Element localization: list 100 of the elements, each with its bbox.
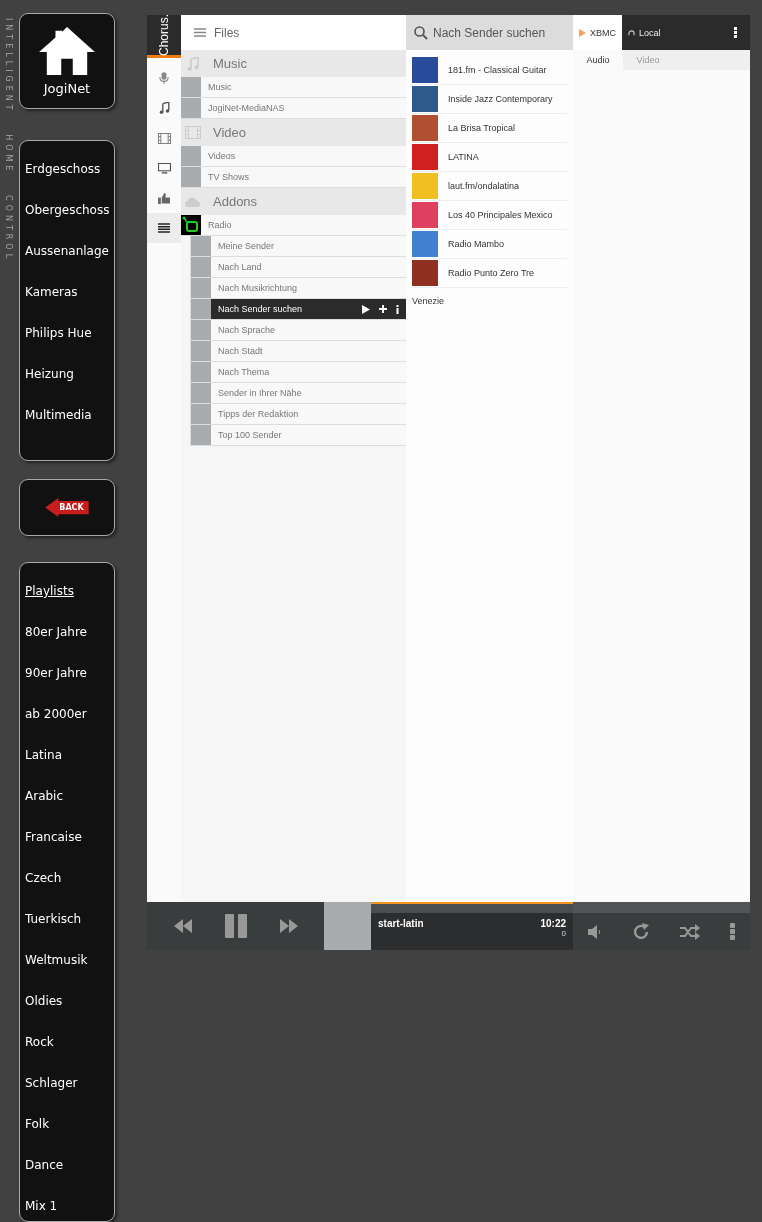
monitor-icon xyxy=(157,162,171,174)
pause-icon[interactable] xyxy=(224,914,247,938)
playlist-link[interactable]: Latina xyxy=(25,735,114,776)
shuffle-icon[interactable] xyxy=(680,923,700,940)
microphone-icon xyxy=(159,72,169,84)
thumbnail-placeholder xyxy=(191,320,211,340)
station-item[interactable]: La Brisa Tropical xyxy=(412,114,567,143)
menu-link[interactable]: Aussenanlage xyxy=(25,230,114,272)
station-item[interactable]: Radio Mambo xyxy=(412,230,567,259)
playlist-link[interactable]: Dance xyxy=(25,1145,114,1186)
film-icon xyxy=(157,132,171,144)
track-count: 0 xyxy=(561,929,566,938)
file-item[interactable]: Nach Land xyxy=(191,257,406,278)
radio-addon-icon xyxy=(181,215,201,235)
menu-icon[interactable] xyxy=(194,28,206,37)
playlist-link[interactable]: ab 2000er xyxy=(25,694,114,735)
file-item[interactable]: Radio xyxy=(181,215,406,236)
playlist-link[interactable]: Czech xyxy=(25,858,114,899)
chorus-logo[interactable]: Chorus. xyxy=(147,15,181,58)
more-options-icon[interactable] xyxy=(734,27,737,38)
station-item[interactable]: laut.fm/ondalatina xyxy=(412,172,567,201)
info-icon[interactable] xyxy=(396,304,399,314)
thumbnail-placeholder xyxy=(191,257,211,277)
file-item[interactable]: Music xyxy=(181,77,406,98)
station-item[interactable]: LATINA xyxy=(412,143,567,172)
station-name: Venezie xyxy=(412,296,446,306)
back-button[interactable]: BACK xyxy=(19,479,115,536)
menu-link[interactable]: Philips Hue xyxy=(25,312,114,354)
music-note-icon xyxy=(185,56,201,71)
file-item[interactable]: Videos xyxy=(181,146,406,167)
playlist-link[interactable]: Francaise xyxy=(25,817,114,858)
menu-link[interactable]: Heizung xyxy=(25,353,114,395)
file-item[interactable]: Nach Sender suchen xyxy=(191,299,406,320)
rewind-icon[interactable] xyxy=(173,919,192,933)
playlist-link[interactable]: Oldies xyxy=(25,981,114,1022)
cloud-icon xyxy=(185,196,201,207)
station-item[interactable]: Los 40 Principales Mexico xyxy=(412,201,567,230)
headphones-icon xyxy=(628,29,635,36)
volume-icon[interactable] xyxy=(588,924,602,939)
list-icon xyxy=(158,223,170,233)
thumbnail-placeholder xyxy=(181,98,201,118)
track-time: 10:22 xyxy=(540,918,566,929)
file-item[interactable]: Meine Sender xyxy=(191,236,406,257)
search-field[interactable]: Nach Sender suchen xyxy=(433,15,573,50)
player-tab[interactable]: Local xyxy=(622,15,667,50)
menu-link[interactable]: Kameras xyxy=(25,271,114,313)
back-arrow-label: BACK xyxy=(45,498,89,518)
file-item[interactable]: Sender in Ihrer Nähe xyxy=(191,383,406,404)
playlist-link[interactable]: Tuerkisch xyxy=(25,899,114,940)
play-icon[interactable] xyxy=(362,304,370,314)
play-icon xyxy=(579,28,586,37)
station-item[interactable]: 181.fm - Classical Guitar xyxy=(412,56,567,85)
search-icon[interactable] xyxy=(414,25,428,40)
file-item[interactable]: Top 100 Sender xyxy=(191,425,406,446)
media-tab[interactable]: Audio xyxy=(573,50,623,70)
playlist-link[interactable]: Weltmusik xyxy=(25,940,114,981)
playlist-link[interactable]: Schlager xyxy=(25,1063,114,1104)
station-item[interactable]: Radio Punto Zero Tre xyxy=(412,259,567,288)
plus-icon[interactable] xyxy=(379,305,387,313)
file-item[interactable]: Nach Thema xyxy=(191,362,406,383)
playlist-link[interactable]: 90er Jahre xyxy=(25,653,114,694)
fast-forward-icon[interactable] xyxy=(279,919,298,933)
thumbnail-placeholder xyxy=(191,383,211,403)
thumbnail-placeholder xyxy=(191,362,211,382)
playlist-link[interactable]: Mix 1 xyxy=(25,1186,114,1222)
playlist-link[interactable]: Arabic xyxy=(25,776,114,817)
menu-link[interactable]: Obergeschoss xyxy=(25,189,114,231)
file-item[interactable]: JogiNet-MediaNAS xyxy=(181,98,406,119)
station-item[interactable]: Inside Jazz Contemporary xyxy=(412,85,567,114)
repeat-icon[interactable] xyxy=(632,922,650,941)
list-nav-button[interactable] xyxy=(147,213,181,243)
album-art-placeholder xyxy=(324,902,371,950)
file-item[interactable]: TV Shows xyxy=(181,167,406,188)
file-item[interactable]: Nach Musikrichtung xyxy=(191,278,406,299)
file-item[interactable]: Nach Sprache xyxy=(191,320,406,341)
section-header: Video xyxy=(181,119,406,146)
menu-link[interactable]: Multimedia xyxy=(25,394,114,436)
playlist-link[interactable]: 80er Jahre xyxy=(25,612,114,653)
thumbnail-placeholder xyxy=(191,341,211,361)
house-icon xyxy=(38,25,96,76)
files-title: Files xyxy=(214,25,240,40)
side-label: INTELLIGENT HOME CONTROL xyxy=(3,18,13,265)
search-box[interactable]: Nach Sender suchen xyxy=(406,15,573,50)
file-item[interactable]: Tipps der Redaktion xyxy=(191,404,406,425)
film-icon xyxy=(185,126,201,139)
menu-link[interactable]: Erdgeschoss xyxy=(25,148,114,190)
playlist-link[interactable]: Folk xyxy=(25,1104,114,1145)
thumbnail-placeholder xyxy=(181,167,201,187)
thumbnail-placeholder xyxy=(181,146,201,166)
section-header: Music xyxy=(181,50,406,77)
file-item[interactable]: Nach Stadt xyxy=(191,341,406,362)
thumbs-up-icon xyxy=(157,192,171,204)
home-button[interactable]: JogiNet xyxy=(19,13,115,109)
playlist-link[interactable]: Rock xyxy=(25,1022,114,1063)
thumbnail-placeholder xyxy=(191,236,211,256)
player-tab[interactable]: XBMC xyxy=(573,15,622,50)
playlists-heading-link[interactable]: Playlists xyxy=(25,571,114,612)
thumbnail-placeholder xyxy=(191,425,211,445)
music-note-icon xyxy=(158,102,170,114)
section-header: Addons xyxy=(181,188,406,215)
